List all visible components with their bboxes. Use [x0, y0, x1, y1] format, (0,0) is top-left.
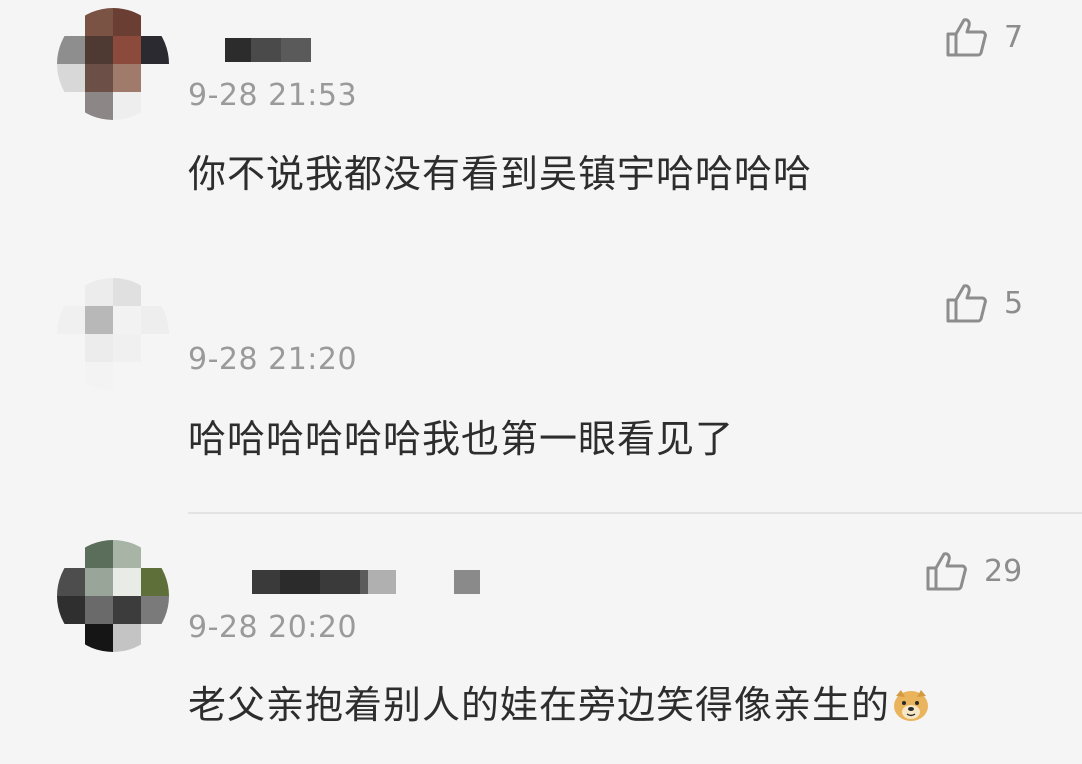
comment-text: 你不说我都没有看到吴镇宇哈哈哈哈	[188, 152, 813, 196]
like-count: 7	[1004, 19, 1024, 55]
avatar[interactable]	[57, 278, 169, 390]
like-count: 29	[984, 553, 1023, 589]
comment-item: 9-28 21:20 哈哈哈哈哈哈我也第一眼看见了 5	[0, 250, 1082, 512]
like-button[interactable]: 5	[944, 282, 1040, 324]
username-redacted[interactable]	[225, 38, 311, 62]
avatar[interactable]	[57, 540, 169, 652]
thumbs-up-icon	[946, 284, 987, 323]
thumbs-up-icon	[926, 552, 967, 591]
username-redacted[interactable]	[252, 570, 480, 594]
avatar[interactable]	[57, 8, 169, 120]
comment-timestamp: 9-28 21:53	[188, 78, 358, 113]
comment-item: 9-28 21:53 你不说我都没有看到吴镇宇哈哈哈哈 7	[0, 0, 1082, 250]
comment-item: 9-28 20:20 老父亲抱着别人的娃在旁边笑得像亲生的 29	[0, 514, 1082, 764]
comment-timestamp: 9-28 21:20	[188, 342, 358, 377]
comment-text: 老父亲抱着别人的娃在旁边笑得像亲生的	[188, 674, 930, 729]
comment-text-body: 老父亲抱着别人的娃在旁边笑得像亲生的	[188, 683, 891, 727]
comment-timestamp: 9-28 20:20	[188, 610, 358, 645]
like-button[interactable]: 7	[944, 16, 1040, 58]
thumbs-up-icon	[946, 18, 987, 57]
like-count: 5	[1004, 285, 1024, 321]
like-button[interactable]: 29	[924, 550, 1022, 592]
doge-emoji-icon	[894, 690, 929, 721]
comment-text: 哈哈哈哈哈哈我也第一眼看见了	[188, 417, 735, 461]
